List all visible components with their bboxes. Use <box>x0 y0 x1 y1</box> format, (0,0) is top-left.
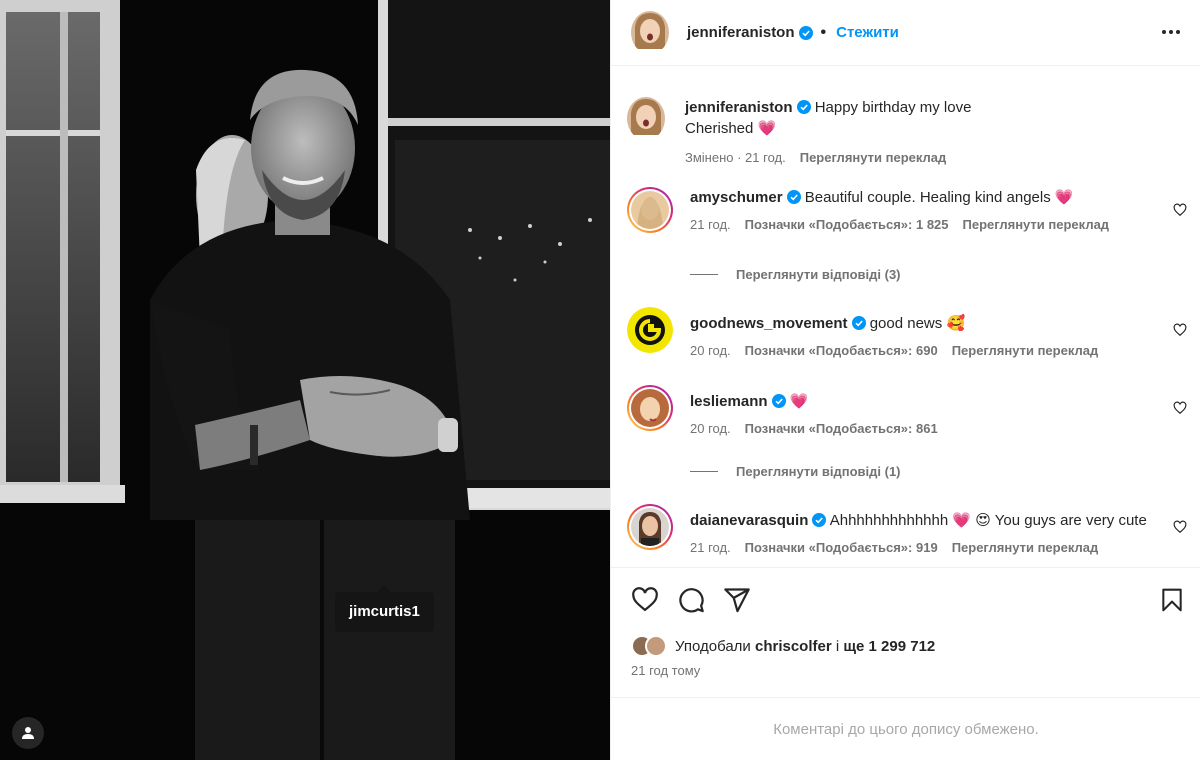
tagged-users-button[interactable] <box>12 717 44 749</box>
header-separator: • <box>820 23 827 41</box>
view-replies-link[interactable]: Переглянути відповіді (1) <box>690 464 901 479</box>
comment-time: 20 год. <box>690 421 731 436</box>
heart-and-heart-eyes-emoji: 💗 😍 <box>952 512 991 529</box>
liked-by-username[interactable]: chriscolfer <box>755 638 832 655</box>
photo-user-tag-label: jimcurtis1 <box>349 603 420 620</box>
caption-text-line2: Cherished <box>685 120 754 137</box>
view-replies-link[interactable]: Переглянути відповіді (3) <box>690 267 901 282</box>
comment-translate-link[interactable]: Переглянути переклад <box>963 214 1110 235</box>
comment-translate-link[interactable]: Переглянути переклад <box>952 537 1099 558</box>
follow-button[interactable]: Стежити <box>836 24 899 41</box>
comment-time: 20 год. <box>690 343 731 358</box>
pink-heart-emoji: 💗 <box>757 120 777 137</box>
comment-bubble-icon[interactable] <box>677 586 705 614</box>
verified-badge-icon <box>851 316 866 330</box>
comment-time: 21 год. <box>690 540 731 555</box>
photo-image <box>0 0 610 760</box>
comment-likes[interactable]: Позначки «Подобається»: 1 825 <box>745 214 949 235</box>
commenter-avatar[interactable] <box>627 307 673 353</box>
comment-text: good news <box>869 315 943 332</box>
post-actions: Уподобали chriscolfer і ще 1 299 712 21 … <box>611 567 1200 697</box>
comment-likes[interactable]: Позначки «Подобається»: 919 <box>745 537 938 558</box>
more-horizontal-icon[interactable] <box>1161 22 1181 42</box>
like-comment-heart-icon[interactable] <box>1173 203 1187 217</box>
comment-likes[interactable]: Позначки «Подобається»: 861 <box>745 418 938 439</box>
verified-badge-icon <box>812 513 827 527</box>
person-icon <box>22 727 34 739</box>
liked-by-prefix: Уподобали <box>675 637 751 655</box>
like-comment-heart-icon[interactable] <box>1173 323 1187 337</box>
post-time[interactable]: 21 год тому <box>631 663 700 678</box>
comment-body: amyschumer Beautiful couple. Healing kin… <box>690 187 1160 235</box>
liked-by: Уподобали chriscolfer і ще 1 299 712 <box>631 635 935 657</box>
liked-by-text: Уподобали chriscolfer і ще 1 299 712 <box>675 638 935 655</box>
pink-heart-emoji: 💗 <box>1054 189 1074 206</box>
commenter-avatar[interactable] <box>627 385 673 431</box>
comment-username[interactable]: daianevarasquin <box>690 512 808 529</box>
comment-likes[interactable]: Позначки «Подобається»: 690 <box>745 340 938 361</box>
comment-username[interactable]: amyschumer <box>690 189 783 206</box>
post-details-panel: jenniferaniston • Стежити jenniferanisto… <box>610 0 1200 760</box>
post-modal: jimcurtis1 jenniferaniston • Стежити jen… <box>0 0 1200 760</box>
caption-text: Happy birthday my love <box>814 99 972 116</box>
share-paper-plane-icon[interactable] <box>723 586 751 614</box>
comment-text: Ahhhhhhhhhhhhh <box>829 512 949 529</box>
like-heart-icon[interactable] <box>631 586 659 614</box>
post-photo[interactable]: jimcurtis1 <box>0 0 610 760</box>
liker-avatar[interactable] <box>645 635 667 657</box>
comments-list[interactable]: jenniferaniston Happy birthday my love C… <box>611 67 1200 567</box>
verified-badge-icon <box>786 190 801 204</box>
comment-body: daianevarasquin Ahhhhhhhhhhhhh 💗 😍 You g… <box>690 510 1160 558</box>
caption-meta: Змінено · 21 год. <box>685 150 786 165</box>
liked-by-and: і <box>835 637 840 655</box>
comment-body: goodnews_movement good news 🥰 20 год. По… <box>690 313 1160 361</box>
verified-badge-icon <box>771 394 786 408</box>
comment-username[interactable]: goodnews_movement <box>690 315 848 332</box>
comment-text: Beautiful couple. Healing kind angels <box>804 189 1051 206</box>
post-header: jenniferaniston • Стежити <box>611 0 1200 66</box>
pink-heart-emoji: 💗 <box>789 393 809 410</box>
caption-author-avatar[interactable] <box>627 97 665 140</box>
smiling-face-hearts-emoji: 🥰 <box>946 315 966 332</box>
liked-by-count[interactable]: ще 1 299 712 <box>843 638 935 655</box>
caption-username[interactable]: jenniferaniston <box>685 99 793 116</box>
author-username[interactable]: jenniferaniston <box>687 24 795 41</box>
comments-restricted-notice: Коментарі до цього допису обмежено. <box>611 697 1200 760</box>
save-bookmark-icon[interactable] <box>1159 586 1185 614</box>
comment-translate-link[interactable]: Переглянути переклад <box>952 340 1099 361</box>
caption-translate-link[interactable]: Переглянути переклад <box>800 147 947 168</box>
comment-body: lesliemann 💗 20 год. Позначки «Подобаєть… <box>690 391 1160 439</box>
comment-time: 21 год. <box>690 217 731 232</box>
like-comment-heart-icon[interactable] <box>1173 520 1187 534</box>
commenter-avatar[interactable] <box>627 187 673 233</box>
commenter-avatar[interactable] <box>627 504 673 550</box>
comment-text-continued: You guys are very cute <box>994 512 1147 529</box>
verified-badge-icon <box>798 25 813 40</box>
author-avatar[interactable] <box>631 11 669 54</box>
caption-body: jenniferaniston Happy birthday my love C… <box>685 97 1155 168</box>
photo-user-tag[interactable]: jimcurtis1 <box>335 585 434 632</box>
like-comment-heart-icon[interactable] <box>1173 401 1187 415</box>
comment-username[interactable]: lesliemann <box>690 393 768 410</box>
verified-badge-icon <box>796 100 811 114</box>
